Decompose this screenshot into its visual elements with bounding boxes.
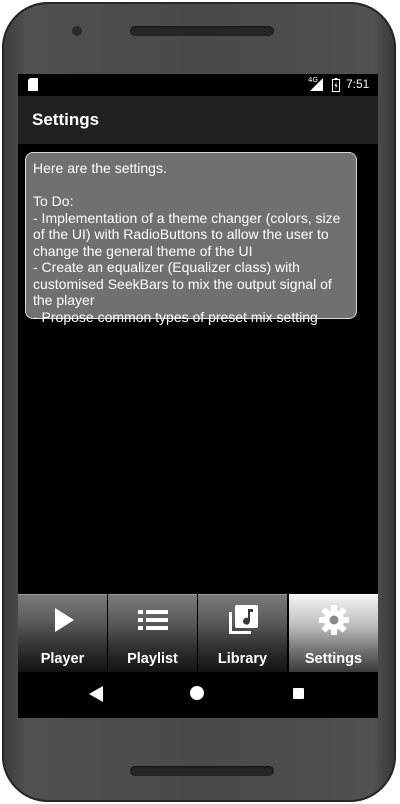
note-item: - Propose common types of preset mix set… <box>33 308 318 325</box>
nav-player-button[interactable]: Player <box>18 594 107 672</box>
nav-settings-label: Settings <box>304 651 363 667</box>
play-icon <box>55 608 74 632</box>
signal-icon <box>310 78 323 91</box>
nav-player-label: Player <box>40 651 85 667</box>
recents-icon[interactable] <box>293 688 304 699</box>
settings-note-card: Here are the settings. To Do: - Implemen… <box>25 152 357 325</box>
system-nav-bar <box>18 672 378 718</box>
note-todo-heading: To Do: <box>33 193 74 209</box>
app-bar: Settings <box>18 96 378 144</box>
bottom-nav: Player Playlist Library Settings <box>18 594 378 672</box>
top-speaker <box>130 26 274 36</box>
note-item: - Create an equalizer (Equalizer class) … <box>33 259 332 308</box>
note-item: - Implementation of a theme changer (col… <box>33 209 341 259</box>
battery-icon <box>332 78 340 92</box>
screen: 4G 7:51 Settings Here are the settings. … <box>18 74 378 718</box>
page-title: Settings <box>32 110 100 129</box>
status-clock: 7:51 <box>346 77 370 91</box>
nav-settings-button[interactable]: Settings <box>289 594 378 672</box>
front-camera <box>72 26 82 36</box>
home-icon[interactable] <box>190 686 204 700</box>
nav-playlist-label: Playlist <box>127 651 178 667</box>
nav-library-label: Library <box>217 651 268 667</box>
status-bar: 4G 7:51 <box>18 74 378 96</box>
gear-icon <box>319 605 349 635</box>
nav-library-button[interactable]: Library <box>198 594 287 672</box>
sd-card-icon <box>28 78 38 91</box>
nav-playlist-button[interactable]: Playlist <box>108 594 197 672</box>
back-icon[interactable] <box>89 686 103 702</box>
note-intro: Here are the settings. <box>33 160 167 176</box>
list-icon <box>138 610 168 630</box>
bottom-speaker <box>130 766 274 776</box>
music-library-icon <box>229 605 258 634</box>
